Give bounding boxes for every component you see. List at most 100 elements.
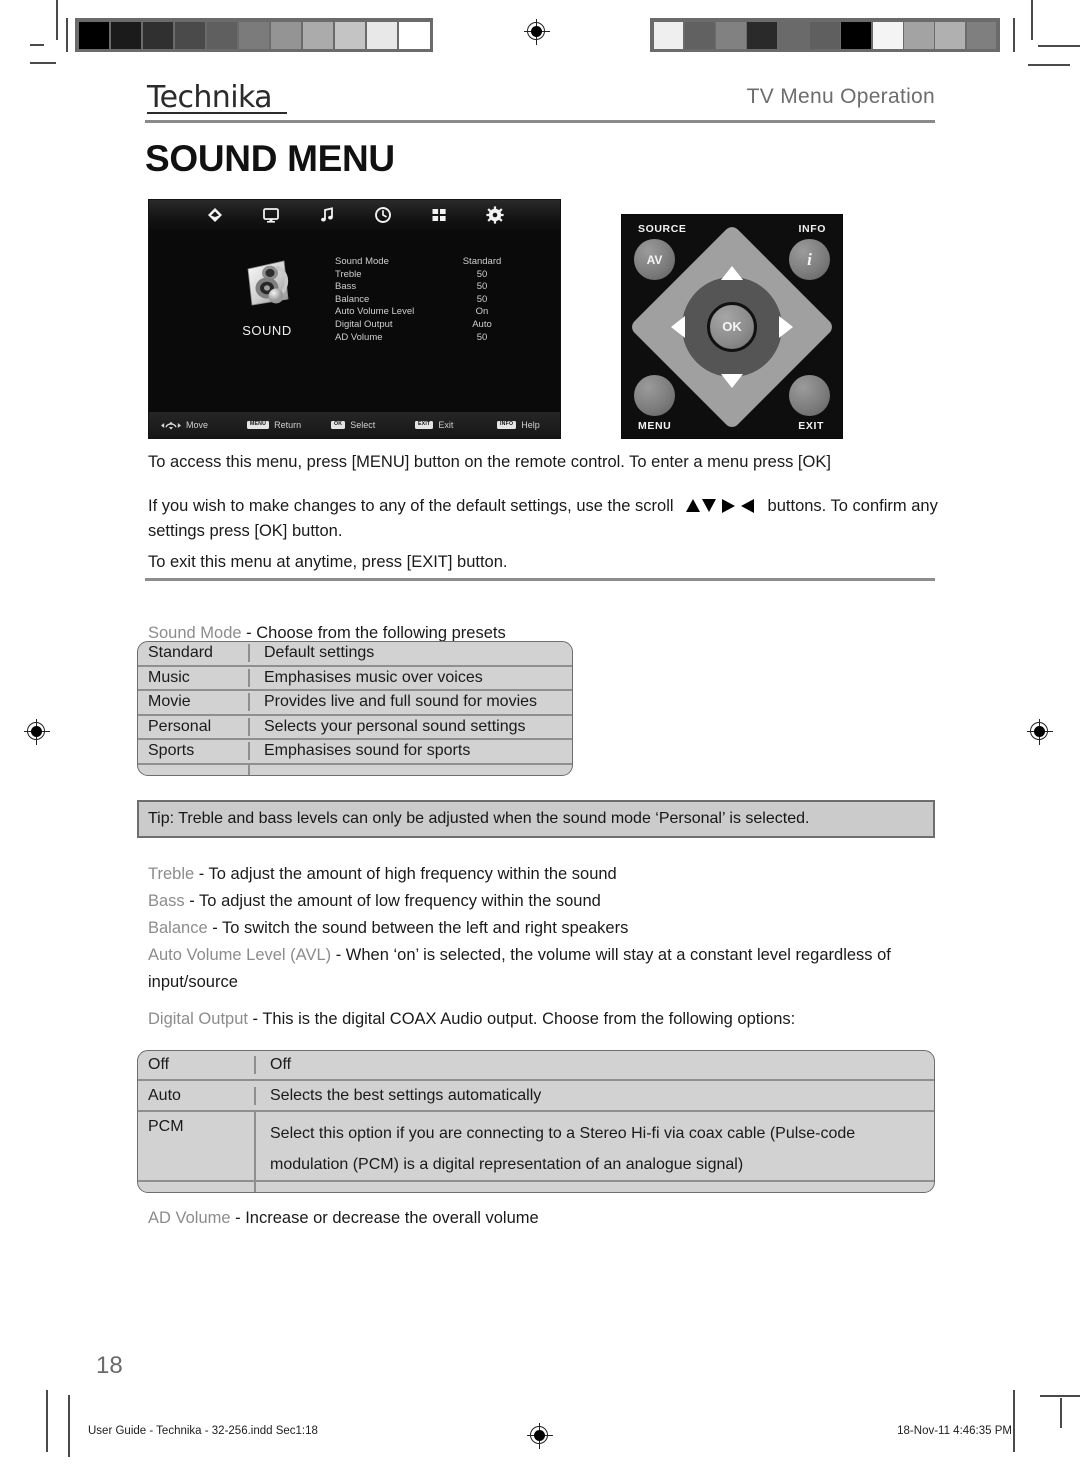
- osd-setting-row[interactable]: Treble 50: [335, 269, 525, 282]
- table-cell-name: Movie: [138, 693, 250, 712]
- dpad-left-arrow-icon[interactable]: [671, 315, 685, 338]
- remote-ok-button[interactable]: OK: [707, 301, 757, 352]
- colorbar-swatch: [78, 21, 110, 49]
- clock-icon: [374, 206, 392, 224]
- colorbar-swatch: [334, 21, 366, 49]
- intro-paragraph-2: If you wish to make changes to any of th…: [148, 494, 938, 544]
- sound-mode-desc: - Choose from the following presets: [241, 624, 506, 642]
- osd-setting-row[interactable]: Balance 50: [335, 294, 525, 307]
- osd-setting-row[interactable]: AD Volume 50: [335, 332, 525, 345]
- intro-p2-before: If you wish to make changes to any of th…: [148, 497, 674, 515]
- footer-timestamp: 18-Nov-11 4:46:35 PM: [897, 1425, 1012, 1437]
- remote-exit-label: EXIT: [798, 420, 824, 432]
- table-cell-description: Selects your personal sound settings: [250, 718, 572, 736]
- table-cell-name: Standard: [138, 644, 250, 663]
- setting-treble-term: Treble: [148, 865, 195, 883]
- osd-hint-label: Move: [186, 420, 209, 430]
- colorbar-swatch: [238, 21, 270, 49]
- page-number: 18: [96, 1352, 123, 1379]
- table-cell-name: Personal: [138, 717, 250, 736]
- setting-avl-desc: - When ‘on’ is selected, the volume will…: [331, 946, 891, 964]
- colorbar-swatch: [366, 21, 398, 49]
- table-cell-line: Off: [270, 1056, 292, 1073]
- osd-setting-label: Treble: [335, 268, 362, 280]
- display-monitor-icon: [262, 206, 280, 224]
- osd-hint-keycap: EXIT: [415, 420, 434, 430]
- osd-move-nav-icon: [161, 421, 181, 430]
- digital-output-table: Off Off Auto Selects the best settings auto…: [137, 1050, 935, 1193]
- intro-paragraph-3: To exit this menu at anytime, press [EXI…: [148, 553, 508, 571]
- digital-output-heading: Digital Output - This is the digital COA…: [148, 1006, 948, 1032]
- setting-avl: Auto Volume Level (AVL) - When ‘on’ is s…: [148, 942, 948, 968]
- registration-mark-top: [524, 19, 550, 45]
- remote-dpad[interactable]: OK: [628, 223, 836, 430]
- osd-setting-value: 50: [476, 268, 488, 280]
- table-cell-description: Off: [256, 1056, 934, 1074]
- setting-avl-term: Auto Volume Level (AVL): [148, 946, 332, 964]
- table-row: Music Emphasises music over voices: [138, 667, 572, 691]
- picture-diamond-icon: [206, 206, 224, 224]
- table-cell-line: Selects the best settings automatically: [270, 1086, 542, 1104]
- osd-setting-row[interactable]: Digital Output Auto: [335, 319, 525, 332]
- osd-hint: MENU Return: [247, 420, 331, 430]
- footer-rule-left: [68, 1395, 70, 1457]
- table-cell-description: Emphasises music over voices: [250, 669, 572, 687]
- osd-hint-bar: Move MENU Return OK Select EXIT Exit INFO Help: [149, 412, 560, 438]
- osd-hint-label: Return: [274, 420, 302, 430]
- osd-setting-value: 50: [476, 281, 488, 293]
- arrow-left-icon: [740, 498, 754, 513]
- osd-category: SOUND: [207, 255, 327, 338]
- table-row: Auto Selects the best settings automatica…: [138, 1081, 934, 1112]
- table-cell-line: Default settings: [264, 644, 375, 662]
- table-row: Off Off: [138, 1051, 934, 1081]
- table-row: Movie Provides live and full sound for mo…: [138, 691, 572, 716]
- setting-avl-line2: input/source: [148, 973, 238, 991]
- osd-setting-label: Digital Output: [335, 318, 393, 330]
- setting-bass: Bass - To adjust the amount of low frequ…: [148, 888, 948, 914]
- osd-setting-row[interactable]: Bass 50: [335, 281, 525, 294]
- dpad-right-arrow-icon[interactable]: [779, 315, 793, 338]
- colorbar-swatch: [174, 21, 206, 49]
- header-divider: [145, 120, 935, 123]
- dpad-down-arrow-icon[interactable]: [721, 373, 743, 388]
- table-footer-rule: [138, 764, 572, 775]
- osd-hint-label: Help: [521, 420, 540, 430]
- osd-setting-label: Auto Volume Level: [335, 306, 415, 318]
- tip-text: Tip: Treble and bass levels can only be …: [148, 810, 810, 827]
- osd-setting-row[interactable]: Auto Volume Level On: [335, 306, 525, 319]
- osd-setting-row[interactable]: Sound Mode Standard: [335, 256, 525, 269]
- osd-setting-value: Standard: [462, 256, 502, 267]
- crop-mark-tr-h2: [1028, 64, 1070, 66]
- crop-mark-br-v: [1013, 1390, 1015, 1452]
- table-cell-description: Provides live and full sound for movies: [250, 693, 572, 711]
- crop-mark-br-v2: [1060, 1398, 1062, 1428]
- crop-mark-tr-v2: [1013, 18, 1015, 52]
- osd-setting-value: 50: [476, 331, 488, 343]
- osd-icon-bar: [149, 200, 560, 230]
- scroll-arrows-icon: [685, 498, 754, 513]
- setting-treble: Treble - To adjust the amount of high fr…: [148, 861, 948, 887]
- table-cell-name: Sports: [138, 742, 250, 761]
- colorbar-swatch: [841, 21, 872, 49]
- colorbar-swatch: [872, 21, 903, 49]
- section-divider: [145, 578, 935, 581]
- tv-osd-screenshot: SOUND Sound Mode Standard Treble 50 Bass 50 Ba…: [148, 199, 561, 439]
- table-cell-description: Select this option if you are connecting…: [256, 1112, 934, 1180]
- page-title: SOUND MENU: [145, 138, 395, 179]
- table-footer-rule: [138, 1182, 934, 1192]
- table-cell-line: Provides live and full sound for movies: [264, 693, 538, 711]
- osd-hint-label: Select: [350, 420, 376, 430]
- table-cell-line: Selects your personal sound settings: [264, 717, 526, 735]
- osd-hint-keycap: OK: [331, 420, 346, 430]
- osd-hint: Move: [161, 420, 247, 430]
- section-title: TV Menu Operation: [746, 85, 935, 108]
- setting-ad-volume-term: AD Volume: [148, 1209, 231, 1227]
- tip-box: Tip: Treble and bass levels can only be …: [137, 800, 935, 838]
- osd-setting-value: 50: [476, 293, 488, 305]
- dpad-up-arrow-icon[interactable]: [721, 265, 743, 280]
- crop-mark-tl-v: [56, 0, 58, 40]
- sound-mode-term: Sound Mode: [148, 624, 242, 642]
- setting-balance: Balance - To switch the sound between th…: [148, 915, 948, 941]
- osd-category-label: SOUND: [242, 323, 292, 338]
- arrow-right-icon: [721, 498, 735, 513]
